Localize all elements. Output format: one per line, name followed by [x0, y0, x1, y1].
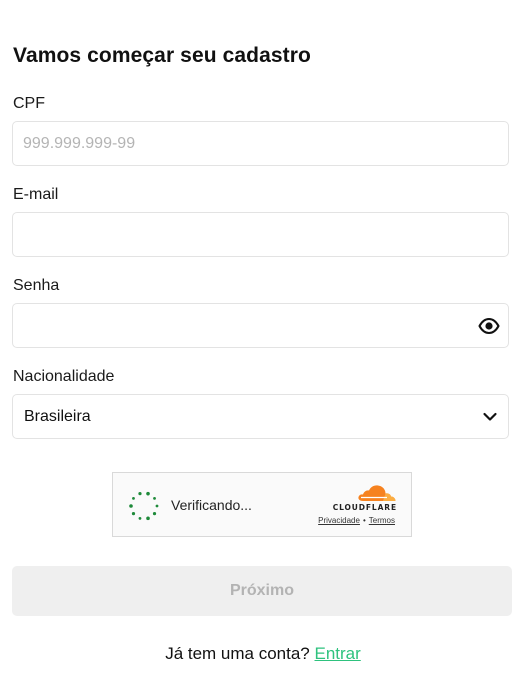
page-title: Vamos começar seu cadastro	[13, 44, 311, 67]
next-button[interactable]: Próximo	[12, 566, 512, 616]
captcha-widget[interactable]: Verificando... CLOUDFLARE Privacidade • Te…	[112, 472, 412, 537]
spinner-dot	[131, 512, 136, 516]
email-field-container	[12, 212, 509, 257]
cloudflare-wordmark: CLOUDFLARE	[332, 503, 397, 512]
spinner-dot	[153, 496, 156, 500]
eye-icon[interactable]	[478, 316, 500, 336]
spinner-dot	[146, 491, 150, 496]
password-field-container	[12, 303, 509, 348]
email-label: E-mail	[13, 186, 59, 203]
spinner-dot	[138, 492, 142, 496]
cloudflare-logo: CLOUDFLARE	[321, 484, 397, 514]
captcha-links: Privacidade • Termos	[318, 516, 395, 525]
nationality-select[interactable]: Brasileira	[12, 394, 509, 439]
spinner-dot	[155, 504, 159, 508]
privacy-link[interactable]: Privacidade	[318, 516, 360, 525]
captcha-status: Verificando...	[171, 497, 252, 513]
loading-spinner-icon	[128, 490, 160, 522]
email-input[interactable]	[23, 213, 463, 256]
login-prompt: Já tem uma conta? Entrar	[0, 644, 526, 664]
login-prompt-text: Já tem uma conta?	[165, 644, 310, 663]
cloudflare-cloud-icon	[357, 484, 397, 502]
spinner-dot	[129, 504, 133, 508]
spinner-dot	[146, 516, 150, 521]
nationality-selected-value: Brasileira	[24, 408, 91, 425]
login-link[interactable]: Entrar	[315, 644, 361, 663]
terms-link[interactable]: Termos	[369, 516, 395, 525]
nationality-label: Nacionalidade	[13, 368, 115, 385]
password-label: Senha	[13, 277, 60, 294]
spinner-dot	[132, 496, 135, 500]
cpf-field-container	[12, 121, 509, 166]
spinner-dot	[138, 516, 142, 520]
password-input[interactable]	[23, 304, 463, 347]
spinner-dot	[152, 512, 157, 516]
cpf-input[interactable]	[23, 122, 463, 165]
links-separator: •	[362, 516, 366, 525]
cpf-label: CPF	[13, 95, 45, 112]
chevron-down-icon	[482, 409, 498, 425]
